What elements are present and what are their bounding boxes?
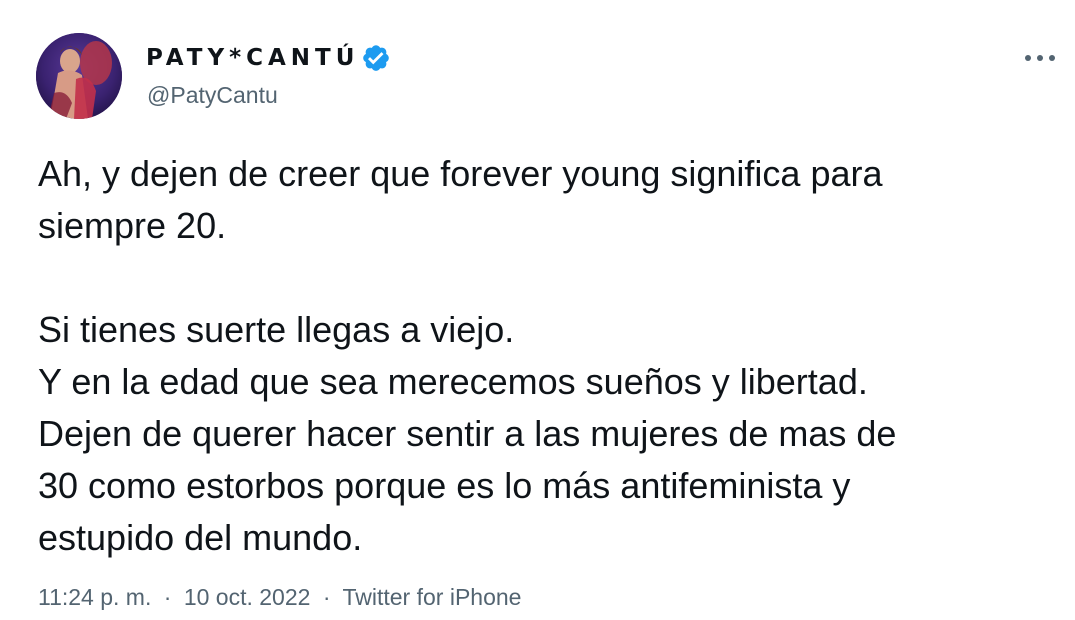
more-horizontal-icon [1025,55,1055,61]
author-handle[interactable]: @PatyCantu [147,82,278,109]
tweet-text-blank-line [38,252,1048,304]
tweet-text-line: 30 como estorbos porque es lo más antife… [38,465,851,506]
more-options-button[interactable] [1018,40,1062,76]
tweet-metadata: 11:24 p. m. · 10 oct. 2022 · Twitter for… [38,584,521,611]
meta-separator: · [163,584,172,610]
meta-separator: · [322,584,331,610]
author-display-name[interactable]: PATY*CANTÚ [146,40,391,76]
tweet-text-line: Dejen de querer hacer sentir a las mujer… [38,413,897,454]
profile-photo [36,33,122,119]
tweet-date[interactable]: 10 oct. 2022 [184,584,311,610]
verified-badge-icon [361,43,391,73]
tweet-text-line: siempre 20. [38,205,227,246]
tweet-text-line: estupido del mundo. [38,517,363,558]
tweet-text-line: Y en la edad que sea merecemos sueños y … [38,361,868,402]
tweet-card: PATY*CANTÚ @PatyCantu Ah, y dejen de cre… [0,0,1075,620]
author-avatar[interactable] [36,33,122,119]
tweet-text-line: Ah, y dejen de creer que forever young s… [38,153,883,194]
tweet-source-link[interactable]: Twitter for iPhone [342,584,521,610]
tweet-text-line: Si tienes suerte llegas a viejo. [38,309,515,350]
tweet-text: Ah, y dejen de creer que forever young s… [38,148,1048,564]
tweet-time[interactable]: 11:24 p. m. [38,584,151,610]
display-name-text[interactable]: PATY*CANTÚ [146,45,359,71]
